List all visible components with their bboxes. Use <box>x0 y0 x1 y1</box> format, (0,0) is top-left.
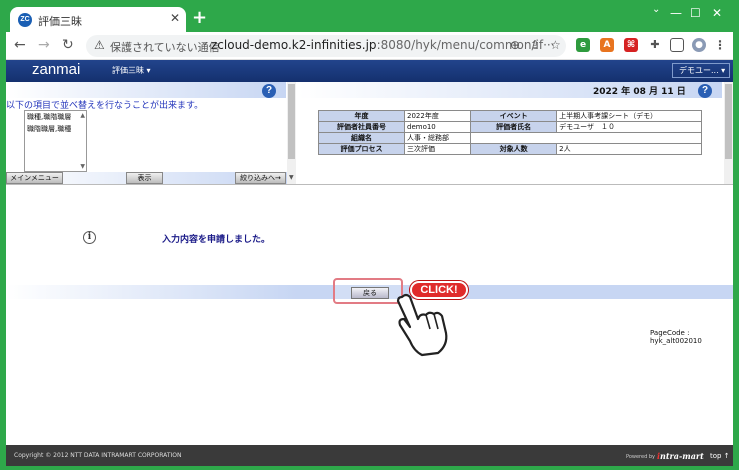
left-panel-header <box>6 82 286 98</box>
url-text[interactable]: zcloud-demo.k2-infinities.jp:8080/hyk/me… <box>211 38 555 52</box>
display-button[interactable]: 表示 <box>126 172 163 184</box>
tab-title: 評価三昧 <box>38 15 82 28</box>
url-path: :8080/hyk/menu/common/if··· <box>376 38 555 52</box>
puzzle-icon[interactable]: ✚ <box>648 38 662 52</box>
table-header-cell: 年度 <box>318 110 405 122</box>
table-cell: 2人 <box>556 143 702 155</box>
scroll-thumb[interactable] <box>725 84 732 159</box>
evaluation-info-table: 年度 2022年度 イベント 上半期人事考課シート（デモ） 評価者社員番号 de… <box>318 110 702 155</box>
page-code: PageCode : hyk_alt002010 <box>650 329 702 345</box>
evernote-extension-icon[interactable]: e <box>576 38 590 52</box>
forward-arrow-icon[interactable]: → <box>38 37 50 53</box>
divider <box>6 184 733 185</box>
scroll-down-icon[interactable]: ▼ <box>289 174 294 181</box>
tab-close-icon[interactable]: ✕ <box>170 11 180 25</box>
table-cell <box>470 132 557 144</box>
table-cell <box>556 132 702 144</box>
table-header-cell: イベント <box>470 110 558 122</box>
scroll-down-icon[interactable]: ▼ <box>80 163 85 170</box>
table-header-cell: 評価者社員番号 <box>318 121 405 133</box>
app-menu-dropdown[interactable]: 評価三昧 ▾ <box>112 65 151 76</box>
close-window-button[interactable]: ✕ <box>712 6 722 20</box>
table-cell: demo10 <box>403 121 472 133</box>
user-menu-button[interactable]: デモユー... ▾ <box>672 63 730 78</box>
url-host: zcloud-demo.k2-infinities.jp <box>211 38 377 52</box>
favicon-icon: ZC <box>18 13 32 27</box>
powered-by-text: Powered by <box>626 454 655 460</box>
table-row: 評価プロセス 三次評価 対象人数 2人 <box>318 143 702 155</box>
new-tab-button[interactable]: + <box>192 7 207 28</box>
share-icon[interactable]: ⇪ <box>530 38 540 52</box>
footer: Copyright © 2012 NTT DATA INTRAMART CORP… <box>6 445 733 466</box>
main-menu-button[interactable]: メインメニュー <box>6 172 63 184</box>
table-cell: 2022年度 <box>403 110 472 122</box>
profile-avatar-icon[interactable]: ● <box>692 38 706 52</box>
scroll-up-icon[interactable]: ▲ <box>80 112 85 119</box>
table-header-cell: 評価プロセス <box>318 143 405 155</box>
bookmark-star-icon[interactable]: ☆ <box>550 38 561 52</box>
address-bar-row: ← → ↻ ⚠ 保護されていない通信 zcloud-demo.k2-infini… <box>6 32 733 60</box>
zoom-icon[interactable]: ⊕ <box>510 38 520 52</box>
app-header: zanmai 評価三昧 ▾ デモユー... ▾ <box>6 60 733 82</box>
chevron-down-icon[interactable]: ⌄ <box>652 4 660 15</box>
table-row: 評価者社員番号 demo10 評価者氏名 デモユーザ １０ <box>318 121 702 133</box>
table-cell: 三次評価 <box>403 143 472 155</box>
table-row: 組織名 人事・総務部 <box>318 132 702 144</box>
back-button[interactable]: 戻る <box>351 287 389 299</box>
right-scrollbar[interactable] <box>724 82 733 184</box>
left-panel-toolbar: メインメニュー 表示 絞り込みへ→ <box>6 172 287 184</box>
pdf-extension-icon[interactable]: ⌘ <box>624 38 638 52</box>
left-scrollbar[interactable] <box>287 82 296 184</box>
filter-button[interactable]: 絞り込みへ→ <box>235 172 286 184</box>
intra-mart-logo: intra-mart <box>657 451 704 461</box>
browser-window: ZC 評価三昧 ✕ + ⌄ — ☐ ✕ ← → ↻ ⚠ 保護されていない通信 z… <box>6 4 733 466</box>
table-cell: デモユーザ １０ <box>556 121 702 133</box>
top-link[interactable]: top ↑ <box>710 452 730 460</box>
help-icon[interactable]: ? <box>262 84 276 98</box>
insecure-label: 保護されていない通信 <box>110 41 220 54</box>
current-date: 2022 年 08 月 11 日 <box>593 87 686 97</box>
table-row: 年度 2022年度 イベント 上半期人事考課シート（デモ） <box>318 110 702 122</box>
info-icon: i <box>83 231 96 244</box>
minimize-button[interactable]: — <box>670 6 682 20</box>
pointing-hand-icon <box>396 293 448 357</box>
table-cell: 人事・総務部 <box>403 132 472 144</box>
list-item[interactable]: 職階職層,職種 <box>25 123 86 135</box>
tab-strip: ZC 評価三昧 ✕ + ⌄ — ☐ ✕ <box>6 4 733 32</box>
zanmai-logo: zanmai <box>32 61 81 78</box>
table-header-cell: 対象人数 <box>470 143 558 155</box>
browser-tab[interactable]: ZC 評価三昧 ✕ <box>10 7 186 32</box>
sort-order-list[interactable]: 職種,職階職層 職階職層,職種 ▲ ▼ <box>24 110 87 172</box>
help-icon[interactable]: ? <box>698 84 712 98</box>
kebab-menu-icon[interactable]: ⋮ <box>713 38 727 52</box>
url-field[interactable]: ⚠ 保護されていない通信 zcloud-demo.k2-infinities.j… <box>86 35 566 57</box>
table-header-cell: 評価者氏名 <box>470 121 558 133</box>
scroll-thumb[interactable] <box>288 84 295 159</box>
list-item[interactable]: 職種,職階職層 <box>25 111 86 123</box>
side-panel-icon[interactable] <box>670 38 684 52</box>
maximize-button[interactable]: ☐ <box>690 6 701 20</box>
back-arrow-icon[interactable]: ← <box>14 37 26 53</box>
result-message: 入力内容を申請しました。 <box>162 235 271 245</box>
copyright-text: Copyright © 2012 NTT DATA INTRAMART CORP… <box>14 452 182 459</box>
table-cell: 上半期人事考課シート（デモ） <box>556 110 702 122</box>
logo-text: ntra-mart <box>660 451 704 461</box>
table-header-cell: 組織名 <box>318 132 405 144</box>
reload-icon[interactable]: ↻ <box>62 37 74 53</box>
warning-icon[interactable]: ⚠ <box>94 38 105 52</box>
extension-icon[interactable]: A <box>600 38 614 52</box>
